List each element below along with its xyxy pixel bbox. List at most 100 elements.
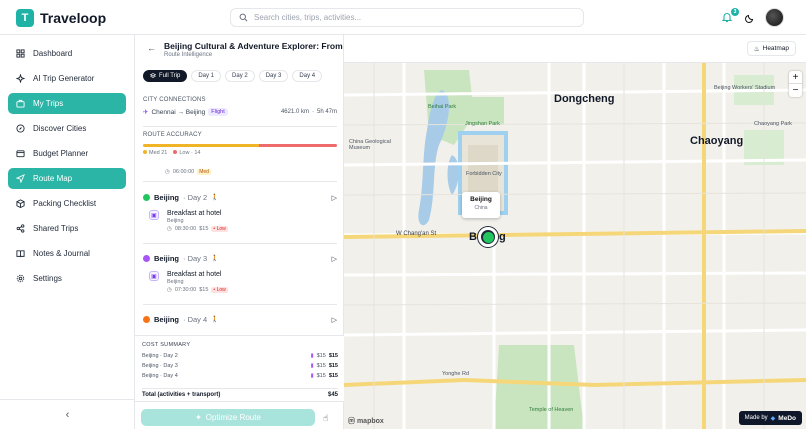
legend-med-count: 21 — [161, 150, 168, 156]
zoom-out-button[interactable]: − — [789, 84, 802, 97]
accuracy-tag-label: Low — [216, 287, 226, 293]
play-icon[interactable]: ▷ — [332, 194, 337, 202]
made-by-brand: MeDo — [778, 414, 796, 422]
sidebar-item-label: Notes & Journal — [33, 249, 90, 258]
panel-scroll-area[interactable]: CITY CONNECTIONS ✈ Chennai → Beijing Fli… — [135, 91, 344, 401]
cost-row-name: Beijing · Day 3 — [142, 363, 178, 369]
district-label: Chaoyang — [690, 135, 744, 147]
search-input[interactable] — [254, 13, 554, 22]
day-number: · Day 3 — [183, 254, 208, 263]
walk-icon: 🚶 — [211, 195, 219, 201]
activity-item[interactable]: ▣ Breakfast at hotel Beijing ◷ 07:30:00 … — [149, 271, 337, 293]
sidebar-item-label: Packing Checklist — [33, 199, 97, 208]
hand-icon[interactable]: ☝ — [323, 413, 328, 424]
optimize-bar: ✦ Optimize Route ☝ — [135, 401, 344, 429]
clock-icon: ◷ — [167, 287, 172, 293]
section-label: CITY CONNECTIONS — [143, 97, 206, 103]
accuracy-tag: Med — [197, 169, 211, 175]
cost-amount: $15 — [328, 353, 338, 359]
day-card: Beijing · Day 3 🚶 ▷ ▣ Breakfast at hotel… — [143, 254, 337, 293]
road-label: Yonghe Rd — [442, 371, 470, 377]
route-accuracy: ROUTE ACCURACY Med 21 Low · 14 — [143, 132, 337, 156]
flame-icon: ♨ — [753, 45, 760, 53]
park-label: Beihai Park — [428, 104, 457, 110]
tab-day-2[interactable]: Day 2 — [225, 70, 255, 82]
zoom-in-button[interactable]: + — [789, 71, 802, 84]
connection-row[interactable]: ✈ Chennai → Beijing Flight 4621.0 km · 5… — [143, 108, 337, 116]
clock-icon: ◷ — [165, 169, 170, 175]
map-header: ♨ Heatmap — [344, 35, 806, 63]
city-connections: CITY CONNECTIONS ✈ Chennai → Beijing Fli… — [143, 97, 337, 116]
accuracy-bar-low — [259, 144, 337, 147]
wallet-icon — [16, 150, 25, 158]
gear-icon — [16, 274, 25, 283]
play-icon[interactable]: ▷ — [332, 255, 337, 263]
panel-header: ← Beijing Cultural & Adventure Explorer:… — [135, 35, 481, 63]
activity-time: 08:30:00 — [174, 226, 197, 232]
tab-label: Full Trip — [159, 73, 181, 79]
sidebar-item-budget-planner[interactable]: Budget Planner — [8, 143, 126, 164]
heatmap-button[interactable]: ♨ Heatmap — [746, 41, 796, 56]
back-arrow-icon[interactable]: ← — [147, 43, 156, 53]
activity-time: 07:30:00 — [174, 287, 197, 293]
moon-icon[interactable] — [745, 13, 755, 23]
sidebar-item-label: Route Map — [33, 174, 73, 183]
sidebar-item-my-trips[interactable]: My Trips — [8, 93, 126, 114]
optimize-route-button[interactable]: ✦ Optimize Route — [141, 409, 315, 426]
cost-chip: $15 — [316, 373, 326, 379]
grid-icon — [16, 49, 25, 58]
accuracy-tag: • Low — [211, 226, 228, 232]
sidebar-item-ai-trip-generator[interactable]: AI Trip Generator — [8, 68, 126, 89]
cost-summary: COST SUMMARY Beijing · Day 2 ▮ $15 $15 Bei… — [135, 335, 344, 401]
sidebar-item-settings[interactable]: Settings — [8, 268, 126, 289]
cost-amount: $15 — [328, 363, 338, 369]
sidebar-item-label: Settings — [33, 274, 62, 283]
search-bar[interactable] — [230, 8, 584, 27]
activity-icon: ▣ — [149, 210, 159, 220]
day-color-dot — [143, 194, 150, 201]
day-header[interactable]: Beijing · Day 3 🚶 ▷ — [143, 254, 337, 263]
sidebar-item-label: Shared Trips — [33, 224, 79, 233]
total-label: Total (activities + transport) — [142, 392, 221, 398]
day-header[interactable]: Beijing · Day 4 🚶 ▷ — [143, 315, 337, 324]
notification-badge: 3 — [731, 7, 739, 16]
poi-label: China Geological Museum — [349, 139, 391, 151]
notifications-button[interactable]: 3 — [721, 7, 739, 25]
sidebar-item-packing-checklist[interactable]: Packing Checklist — [8, 193, 126, 214]
sidebar-collapse-button[interactable]: ‹ — [0, 399, 135, 429]
map-popup[interactable]: Beijing China — [462, 192, 500, 218]
popup-country: China — [474, 205, 488, 211]
app-name: Traveloop — [40, 10, 107, 26]
previous-activity-meta: ◷ 06:00:00 Med — [165, 169, 211, 175]
accuracy-tag: • Low — [211, 287, 228, 293]
mapbox-logo[interactable]: ⓜ mapbox — [348, 416, 384, 426]
sidebar-item-discover-cities[interactable]: Discover Cities — [8, 118, 126, 139]
logo-mark: T — [16, 9, 34, 27]
section-label: ROUTE ACCURACY — [143, 132, 202, 138]
search-icon — [239, 13, 248, 22]
tab-day-4[interactable]: Day 4 — [292, 70, 323, 82]
sidebar-item-shared-trips[interactable]: Shared Trips — [8, 218, 126, 239]
day-city: Beijing — [154, 193, 180, 202]
walk-icon: 🚶 — [211, 317, 219, 323]
activity-title: Breakfast at hotel — [167, 271, 222, 278]
activity-price: $15 — [199, 226, 209, 232]
day-header[interactable]: Beijing · Day 2 🚶 ▷ — [143, 193, 337, 202]
tab-day-3[interactable]: Day 3 — [258, 70, 289, 82]
activity-price: $15 — [199, 287, 209, 293]
route-map[interactable]: Dongcheng Chaoyang W Chang'an St Beijing… — [344, 35, 806, 429]
tag-icon: ▮ — [310, 363, 314, 369]
play-icon[interactable]: ▷ — [332, 316, 337, 324]
activity-item[interactable]: ▣ Breakfast at hotel Beijing ◷ 08:30:00 … — [149, 210, 337, 232]
made-by-badge[interactable]: Made by ◆ MeDo — [738, 411, 802, 425]
sidebar-item-route-map[interactable]: Route Map — [8, 168, 126, 189]
app-logo[interactable]: T Traveloop — [16, 9, 106, 27]
avatar[interactable] — [765, 8, 784, 27]
sidebar-item-notes-journal[interactable]: Notes & Journal — [8, 243, 126, 264]
tab-full-trip[interactable]: Full Trip — [143, 70, 188, 82]
sidebar-item-dashboard[interactable]: Dashboard — [8, 43, 126, 64]
accuracy-bar — [143, 144, 337, 147]
tab-day-1[interactable]: Day 1 — [191, 70, 222, 82]
park-label: Jingshan Park — [465, 121, 500, 127]
city-marker[interactable] — [478, 227, 498, 247]
